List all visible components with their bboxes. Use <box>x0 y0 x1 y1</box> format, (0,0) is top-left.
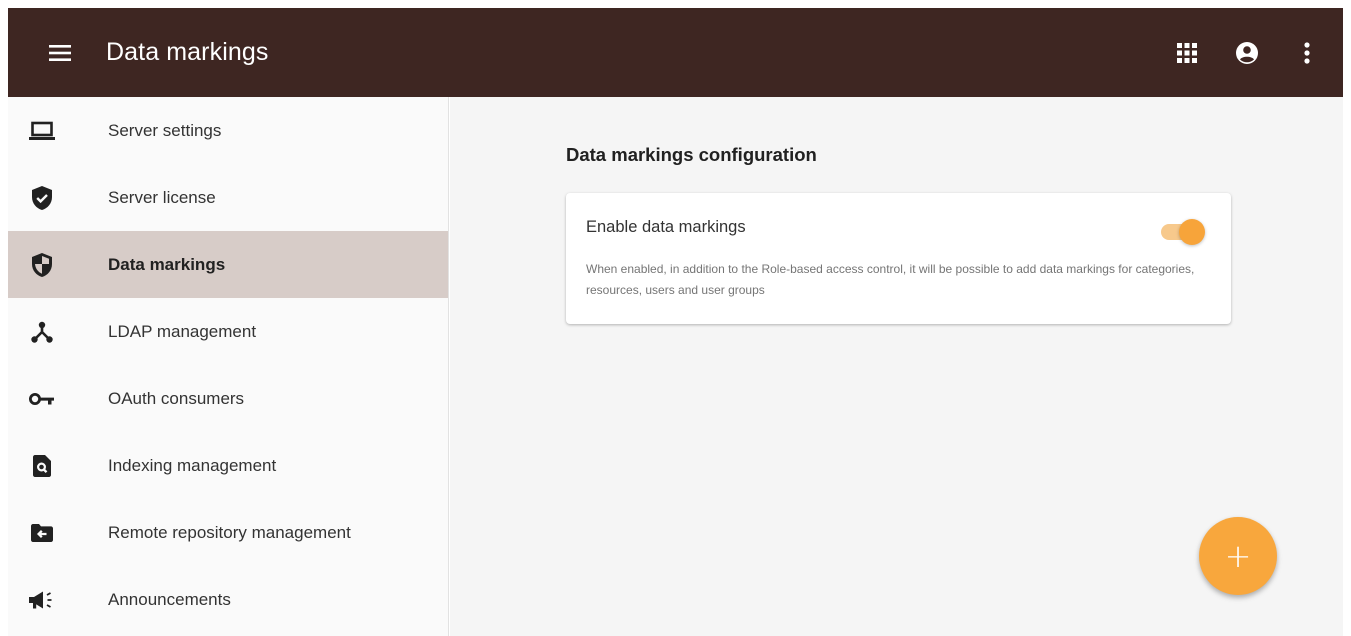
sidebar-item-announcements[interactable]: Announcements <box>8 566 448 633</box>
toggle-thumb <box>1179 219 1205 245</box>
sidebar-item-label: Server license <box>108 187 216 207</box>
page-title: Data markings <box>106 38 269 66</box>
sidebar-item-label: LDAP management <box>108 321 257 341</box>
enable-data-markings-label: Enable data markings <box>586 218 746 236</box>
sidebar-item-ldap-management[interactable]: LDAP management <box>8 298 448 365</box>
section-title: Data markings configuration <box>566 144 817 165</box>
sidebar-item-label: OAuth consumers <box>108 388 245 408</box>
more-options-button[interactable] <box>1285 31 1329 75</box>
sidebar-item-remote-repository-management[interactable]: Remote repository management <box>8 499 448 566</box>
plus-icon: + <box>1224 537 1252 575</box>
sidebar-item-server-license[interactable]: Server license <box>8 164 448 231</box>
top-app-bar: Data markings <box>8 8 1343 97</box>
sidebar-item-indexing-management[interactable]: Indexing management <box>8 432 448 499</box>
menu-icon <box>49 44 71 62</box>
account-icon <box>1235 41 1259 65</box>
sidebar-item-label: Indexing management <box>108 455 277 475</box>
security-shield-icon <box>22 245 62 285</box>
laptop-icon <box>22 111 62 151</box>
enable-data-markings-toggle[interactable] <box>1159 217 1211 245</box>
add-button[interactable]: + <box>1199 517 1277 595</box>
folder-arrow-icon <box>22 513 62 553</box>
more-vert-icon <box>1304 41 1310 64</box>
sidebar-item-label: Server settings <box>108 120 222 140</box>
account-button[interactable] <box>1225 31 1269 75</box>
appbar-actions <box>1149 31 1329 75</box>
data-markings-card: Enable data markings When enabled, in ad… <box>566 193 1231 324</box>
sidebar: Server settings Server license Data mark… <box>8 97 449 636</box>
sidebar-item-label: Remote repository management <box>108 522 351 542</box>
megaphone-icon <box>22 580 62 620</box>
sidebar-item-server-settings[interactable]: Server settings <box>8 97 448 164</box>
sidebar-item-label: Data markings <box>108 254 226 274</box>
verified-shield-icon <box>22 178 62 218</box>
enable-data-markings-description: When enabled, in addition to the Role-ba… <box>586 262 1195 297</box>
key-icon <box>22 379 62 419</box>
menu-button[interactable] <box>32 25 88 81</box>
network-tree-icon <box>22 312 62 352</box>
find-in-page-icon <box>22 446 62 486</box>
sidebar-item-data-markings[interactable]: Data markings <box>8 231 448 298</box>
apps-button[interactable] <box>1165 31 1209 75</box>
sidebar-item-oauth-consumers[interactable]: OAuth consumers <box>8 365 448 432</box>
apps-icon <box>1177 42 1197 63</box>
sidebar-item-label: Announcements <box>108 589 231 609</box>
main-content: Data markings configuration Enable data … <box>450 97 1343 636</box>
